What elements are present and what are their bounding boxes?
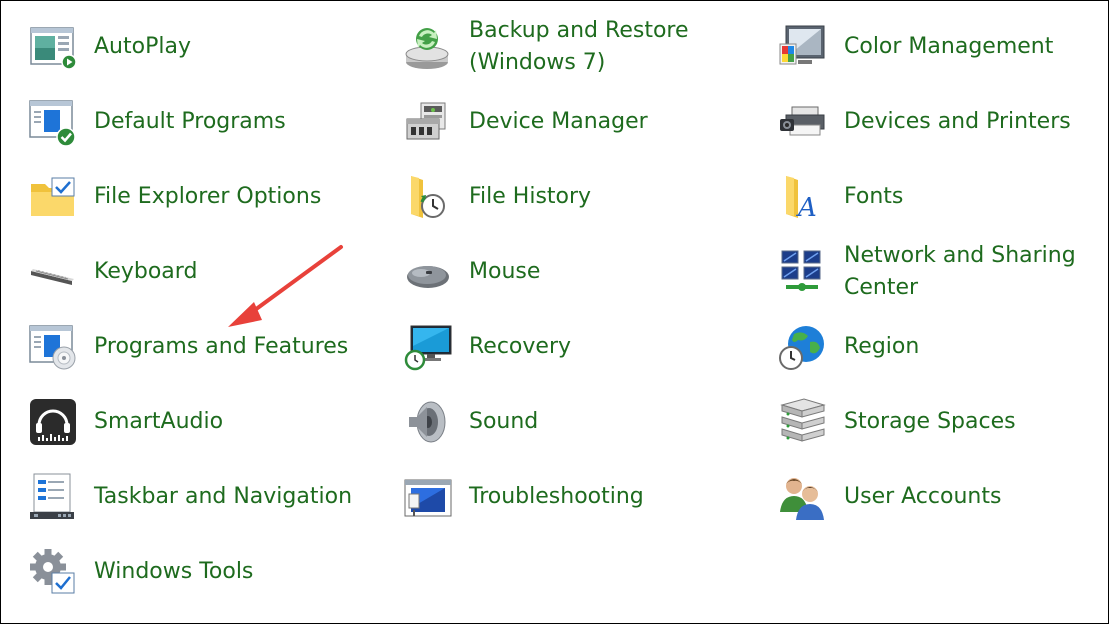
storage-spaces-icon [778,397,828,447]
devices-printers-icon [778,97,828,147]
item-storage-spaces[interactable]: Storage Spaces [778,392,1016,452]
item-label: Troubleshooting [469,484,644,509]
item-label: Device Manager [469,109,648,134]
troubleshooting-icon [403,472,453,522]
item-label: Taskbar and Navigation [94,484,353,509]
autoplay-icon [28,22,78,72]
color-management-icon [778,22,828,72]
recovery-icon [403,322,453,372]
taskbar-navigation-icon [28,472,78,522]
item-fonts[interactable]: A Fonts [778,167,903,227]
item-keyboard[interactable]: Keyboard [28,242,197,302]
item-smartaudio[interactable]: SmartAudio [28,392,223,452]
item-user-accounts[interactable]: User Accounts [778,467,1001,527]
item-windows-tools[interactable]: Windows Tools [28,542,253,602]
item-label: User Accounts [844,484,1002,509]
item-label: Color Management [844,34,1054,59]
item-label: Sound [469,409,539,434]
item-color-management[interactable]: Color Management [778,17,1053,77]
item-label: Windows Tools [94,559,254,584]
item-device-manager[interactable]: Device Manager [403,92,648,152]
default-programs-icon [28,97,78,147]
item-taskbar-navigation[interactable]: Taskbar and Navigation [28,467,352,527]
item-file-explorer-options[interactable]: File Explorer Options [28,167,321,227]
item-programs-features[interactable]: Programs and Features [28,317,348,377]
windows-tools-icon [28,547,78,597]
item-file-history[interactable]: File History [403,167,591,227]
item-label: Keyboard [94,259,198,284]
smartaudio-icon [28,397,78,447]
item-region[interactable]: Region [778,317,919,377]
backup-restore-icon [403,22,453,72]
user-accounts-icon [778,472,828,522]
item-label: Region [844,334,920,359]
item-default-programs[interactable]: Default Programs [28,92,286,152]
fonts-icon: A [778,172,828,222]
item-label: Storage Spaces [844,409,1016,434]
item-label: SmartAudio [94,409,224,434]
item-devices-printers[interactable]: Devices and Printers [778,92,1071,152]
programs-features-icon [28,322,78,372]
item-label: Mouse [469,259,541,284]
mouse-icon [403,247,453,297]
item-autoplay[interactable]: AutoPlay [28,17,191,77]
item-label: Programs and Features [94,334,349,359]
item-label: Fonts [844,184,904,209]
file-explorer-options-icon [28,172,78,222]
control-panel-items-grid: AutoPlay Backup and Restore (Windows 7) [0,0,1109,624]
svg-text:A: A [796,193,817,222]
item-mouse[interactable]: Mouse [403,242,540,302]
item-backup-restore[interactable]: Backup and Restore (Windows 7) [403,17,689,77]
item-label: Backup and Restore (Windows 7) [469,18,689,75]
item-label: File Explorer Options [94,184,322,209]
network-sharing-icon [778,247,828,297]
device-manager-icon [403,97,453,147]
item-recovery[interactable]: Recovery [403,317,571,377]
item-sound[interactable]: Sound [403,392,538,452]
item-label: AutoPlay [94,34,191,59]
item-label: File History [469,184,592,209]
keyboard-icon [28,247,78,297]
item-label: Default Programs [94,109,286,134]
region-icon [778,322,828,372]
item-label: Recovery [469,334,572,359]
item-troubleshooting[interactable]: Troubleshooting [403,467,644,527]
item-label: Network and Sharing Center [844,243,1076,300]
sound-icon [403,397,453,447]
file-history-icon [403,172,453,222]
item-network-sharing[interactable]: Network and Sharing Center [778,242,1076,302]
item-label: Devices and Printers [844,109,1071,134]
